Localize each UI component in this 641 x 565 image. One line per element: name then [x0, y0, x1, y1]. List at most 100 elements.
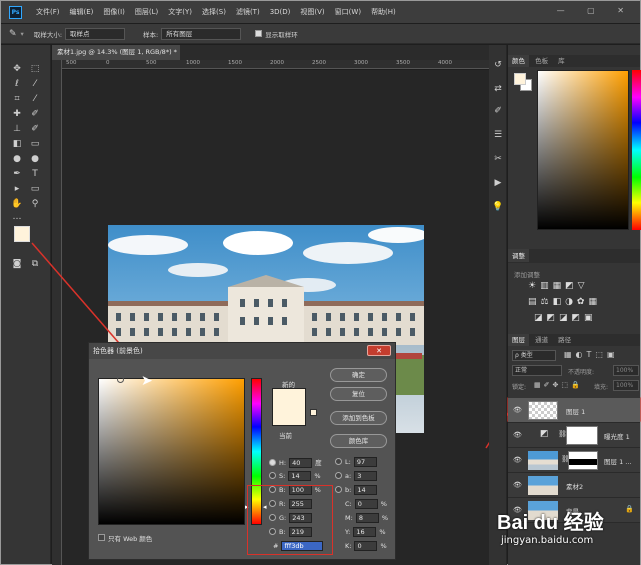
visibility-eye-icon[interactable]: 👁: [513, 481, 522, 489]
adjustment-icons-row-1[interactable]: ☀▥▦◩▽: [528, 281, 589, 291]
h-field[interactable]: H: 40 度: [269, 457, 322, 468]
y-unit: %: [379, 528, 386, 536]
picker-target-circle[interactable]: [117, 376, 124, 383]
tab-adjustments[interactable]: 调整: [508, 250, 529, 262]
tab-swatches[interactable]: 色板: [531, 55, 552, 67]
current-color-label: 当前: [279, 432, 292, 440]
web-only-label: 只有 Web 颜色: [108, 535, 153, 543]
tab-paths[interactable]: 路径: [554, 334, 575, 346]
add-to-swatches-button[interactable]: 添加到色板: [330, 411, 387, 425]
fill-input[interactable]: 100%: [613, 380, 639, 391]
panel-icon-column: ↺ ⇄ ✐ ☰ ✂ ▶ 💡: [489, 45, 507, 565]
visibility-eye-icon[interactable]: 👁: [513, 406, 522, 414]
saturation-brightness-field[interactable]: [98, 378, 245, 525]
web-only-checkbox[interactable]: [98, 534, 105, 541]
tab-libraries[interactable]: 库: [554, 55, 569, 67]
reset-button[interactable]: 复位: [330, 387, 387, 401]
lock-icons[interactable]: ▦✐✥⬚🔒: [534, 381, 583, 389]
brush-settings-icon[interactable]: ✐: [492, 105, 504, 117]
h-unit: 度: [315, 459, 322, 467]
a-radio[interactable]: [335, 472, 342, 479]
tab-layers[interactable]: 图层: [508, 334, 529, 346]
layer-row[interactable]: 👁 素材2: [508, 473, 640, 498]
s-field[interactable]: S: 14%: [269, 471, 321, 482]
add-adjustment-label: 添加调整: [514, 271, 540, 279]
web-only-option[interactable]: 只有 Web 颜色: [98, 533, 152, 544]
dialog-title: 拾色器 (前景色): [89, 343, 395, 359]
lab-b-radio[interactable]: [335, 486, 342, 493]
ok-button[interactable]: 确定: [330, 368, 387, 382]
s-unit: %: [314, 472, 321, 480]
l-radio[interactable]: [335, 458, 342, 465]
m-field[interactable]: M: 8%: [345, 513, 388, 524]
exposure-adjustment-icon: ◩: [540, 429, 549, 439]
layer-mask-thumbnail: [568, 451, 598, 470]
a-value[interactable]: 3: [354, 471, 378, 481]
c-value[interactable]: 0: [354, 499, 378, 509]
k-unit: %: [380, 542, 387, 550]
color-libraries-button[interactable]: 颜色库: [330, 434, 387, 448]
layer-name[interactable]: 素材2: [566, 481, 583, 491]
adjustments-tabs: 调整: [508, 250, 640, 262]
adjustment-icons-row-3[interactable]: ◪◩◪◩▣: [534, 313, 597, 323]
h-value[interactable]: 40: [289, 458, 313, 468]
layer-row[interactable]: 👁 ⛓ 图层 1 ...: [508, 448, 640, 473]
opacity-input[interactable]: 100%: [613, 365, 639, 376]
watermark-brand: Bai du 经验: [497, 512, 604, 534]
layer-name[interactable]: 图层 1: [566, 406, 585, 416]
layer-name[interactable]: 图层 1 ...: [604, 456, 631, 466]
layer-filter-icons[interactable]: ▦◐T⬚▣: [564, 350, 619, 359]
k-field[interactable]: K: 0%: [345, 541, 387, 552]
web-safe-swatch[interactable]: [310, 409, 317, 416]
actions-play-icon[interactable]: ▶: [492, 177, 504, 189]
lab-b-value[interactable]: 14: [354, 485, 378, 495]
layer-name[interactable]: 曝光度 1: [604, 431, 630, 441]
layer-thumbnail: [528, 476, 558, 495]
y-field[interactable]: Y: 16%: [345, 527, 386, 538]
h-radio[interactable]: [269, 459, 276, 466]
layer-thumbnail: [528, 451, 558, 470]
color-panel-field[interactable]: [537, 70, 629, 230]
m-unit: %: [381, 514, 388, 522]
lab-b-field[interactable]: b: 14: [335, 485, 380, 496]
opacity-label: 不透明度:: [568, 369, 595, 376]
lock-label: 锁定:: [512, 384, 527, 391]
k-value[interactable]: 0: [354, 541, 378, 551]
color-panel-hue-slider[interactable]: [632, 70, 641, 230]
c-field[interactable]: C: 0%: [345, 499, 387, 510]
s-value[interactable]: 14: [288, 471, 312, 481]
tab-color[interactable]: 颜色: [508, 55, 529, 67]
s-radio[interactable]: [269, 472, 276, 479]
tools-icon[interactable]: ✂: [492, 153, 504, 165]
visibility-eye-icon[interactable]: 👁: [513, 456, 522, 464]
layer-filter-select[interactable]: ρ 类型: [512, 350, 556, 361]
info-lightbulb-icon[interactable]: 💡: [492, 201, 504, 213]
blend-mode-select[interactable]: 正常: [512, 365, 562, 376]
layers-tabs: 图层 通道 路径: [508, 334, 640, 346]
m-value[interactable]: 8: [355, 513, 379, 523]
properties-icon[interactable]: ⇄: [492, 83, 504, 95]
watermark-url: jingyan.baidu.com: [501, 535, 594, 546]
a-field[interactable]: a: 3: [335, 471, 380, 482]
c-unit: %: [380, 500, 387, 508]
adjustment-icons-row-2[interactable]: ▤⚖◧◑✿▦: [528, 297, 601, 307]
color-panel-tabs: 颜色 色板 库: [508, 55, 640, 67]
panel-foreground-swatch[interactable]: [514, 73, 526, 85]
history-icon[interactable]: ↺: [492, 59, 504, 71]
layer-row-selected[interactable]: 👁 图层 1: [508, 398, 640, 423]
new-color-swatch: [272, 388, 306, 426]
close-button[interactable]: ✕: [367, 345, 391, 356]
layer-row[interactable]: 👁 ◩ ⛓ 曝光度 1: [508, 423, 640, 448]
annotation-highlight-box: [247, 485, 333, 555]
mouse-cursor-icon: ➤: [141, 373, 153, 389]
l-value[interactable]: 97: [353, 457, 377, 467]
fill-label: 填充:: [594, 384, 609, 391]
layer-thumbnail: [528, 401, 558, 420]
tab-channels[interactable]: 通道: [531, 334, 552, 346]
layer-mask-thumbnail: [566, 426, 598, 445]
l-field[interactable]: L: 97: [335, 457, 380, 468]
y-value[interactable]: 16: [353, 527, 377, 537]
adjustments-icon[interactable]: ☰: [492, 129, 504, 141]
color-picker-dialog: 拾色器 (前景色) ✕ ➤ ▸ ◂ 新的 当前 确定 复位 添加到色板 颜色库 …: [88, 342, 396, 560]
visibility-eye-icon[interactable]: 👁: [513, 431, 522, 439]
